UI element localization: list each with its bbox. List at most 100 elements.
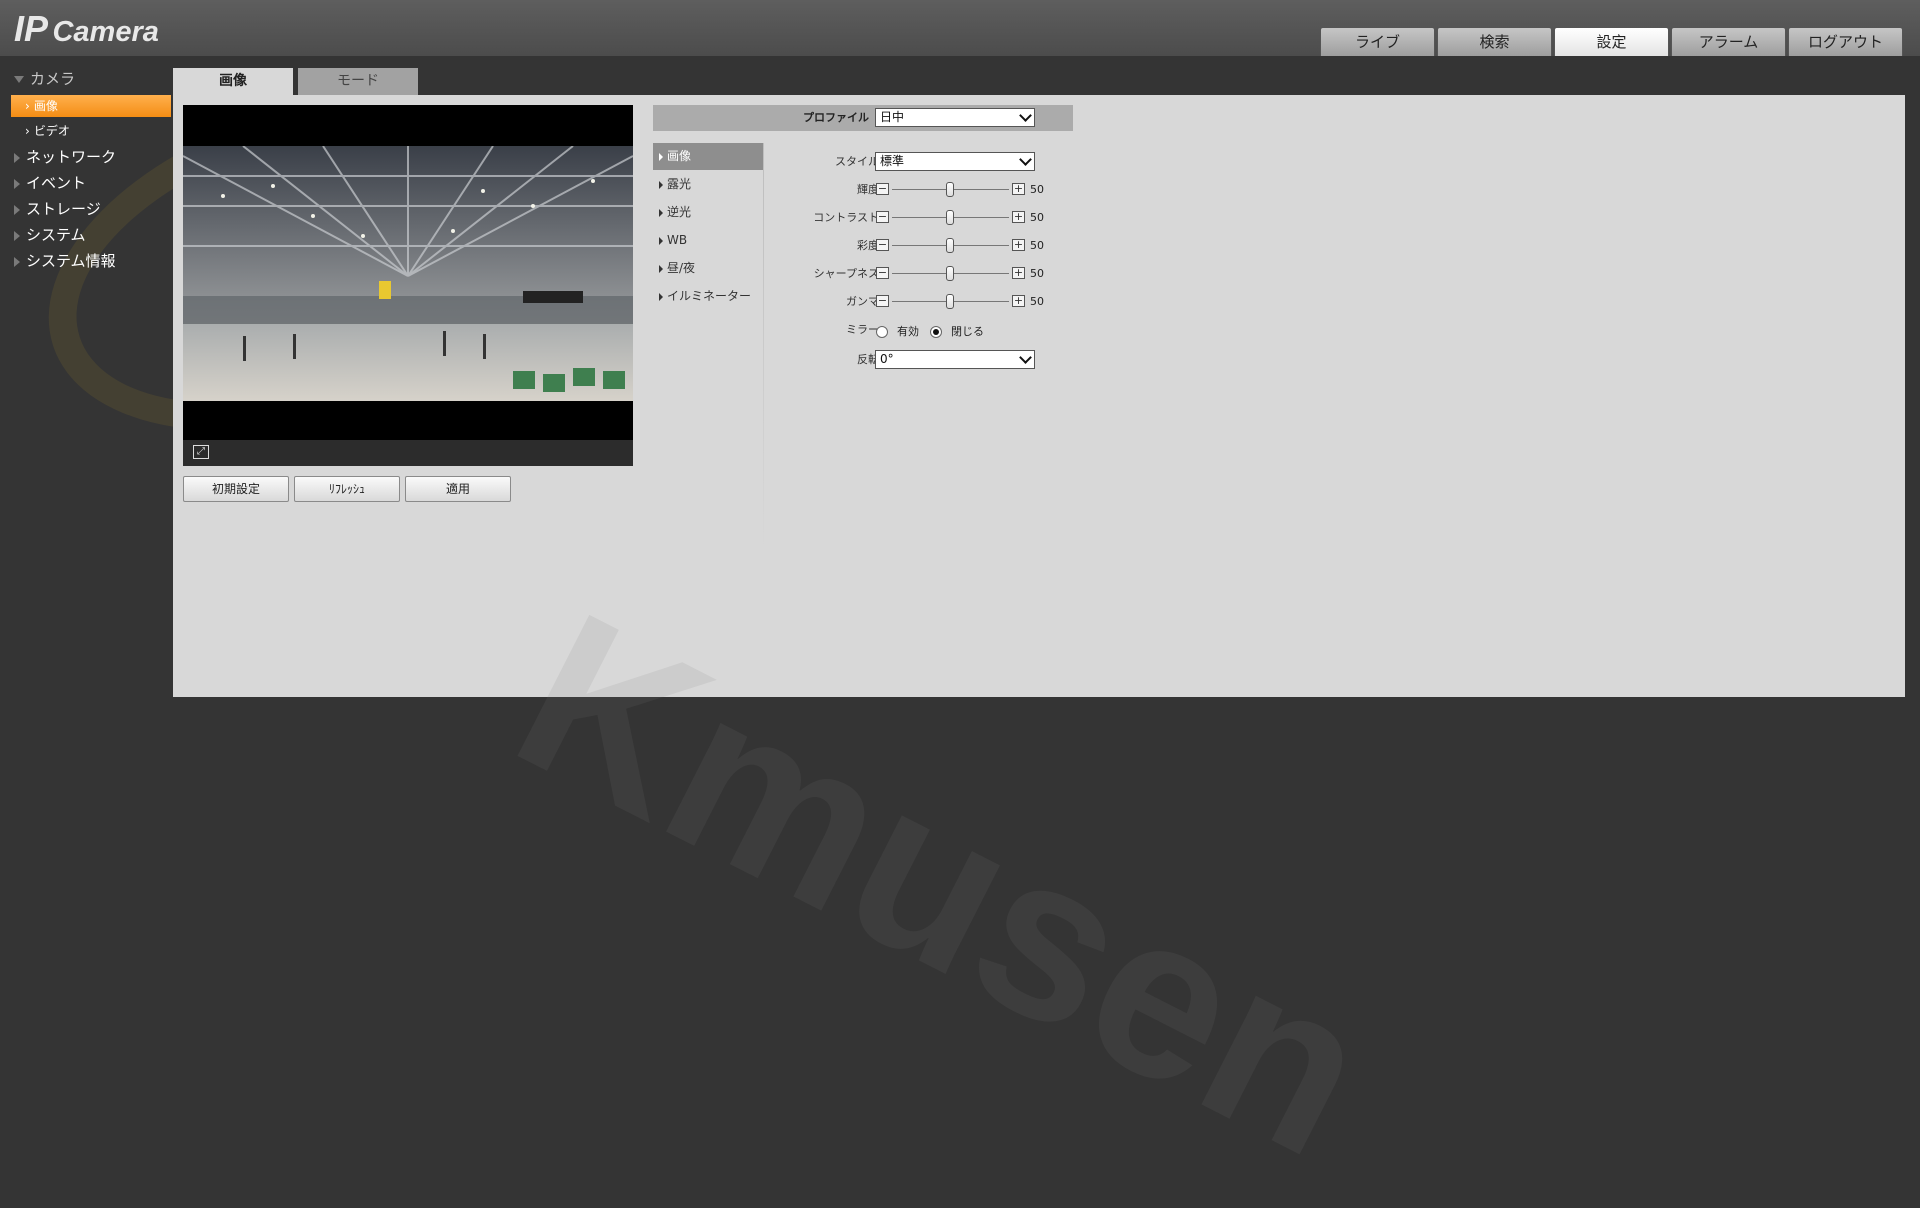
apply-button[interactable]: 適用 <box>405 476 511 502</box>
settings-panel: ⤢ 初期設定 ﾘﾌﾚｯｼｭ 適用 プロファイル 日中 画像 露光 逆光 WB 昼… <box>173 95 1905 697</box>
top-header: IP Camera ライブ 検索 設定 アラーム ログアウト <box>0 0 1920 56</box>
nav-tab-alarm[interactable]: アラーム <box>1671 27 1786 56</box>
submenu-item-label: 昼/夜 <box>667 261 696 275</box>
gamma-slider[interactable]: − + 50 <box>876 292 1044 311</box>
brightness-value: 50 <box>1030 183 1044 196</box>
tab-mode[interactable]: モード <box>298 68 418 95</box>
sidebar-item-system[interactable]: システム <box>14 224 86 246</box>
mirror-label: ミラー <box>846 323 879 336</box>
sharpness-value: 50 <box>1030 267 1044 280</box>
tab-image[interactable]: 画像 <box>173 68 293 95</box>
camera-scene-image <box>183 146 633 401</box>
image-submenu: 画像 露光 逆光 WB 昼/夜 イルミネーター <box>653 143 764 553</box>
sidebar-item-event[interactable]: イベント <box>14 172 86 194</box>
sidebar-item-label: システム <box>26 226 86 244</box>
nav-tab-live[interactable]: ライブ <box>1320 27 1435 56</box>
sidebar-subitem-label: 画像 <box>33 99 58 113</box>
mirror-off-radio[interactable] <box>930 326 942 338</box>
logo-camera: Camera <box>52 16 159 48</box>
slider-thumb[interactable] <box>946 294 954 309</box>
submenu-item-illuminator[interactable]: イルミネーター <box>653 283 763 310</box>
contrast-label: コントラスト <box>813 211 879 224</box>
collapsed-triangle-icon <box>14 256 20 267</box>
profile-label: プロファイル <box>803 111 869 124</box>
flip-label: 反転 <box>857 353 879 366</box>
submenu-item-label: 逆光 <box>667 205 692 219</box>
sidebar-item-network[interactable]: ネットワーク <box>14 146 116 168</box>
saturation-slider[interactable]: − + 50 <box>876 236 1044 255</box>
sidebar-subitem-label: ビデオ <box>33 124 70 138</box>
nav-tab-search[interactable]: 検索 <box>1437 27 1552 56</box>
plus-icon[interactable]: + <box>1012 267 1025 279</box>
collapsed-triangle-icon <box>14 230 20 241</box>
default-button[interactable]: 初期設定 <box>183 476 289 502</box>
plus-icon[interactable]: + <box>1012 183 1025 195</box>
submenu-item-label: WB <box>667 233 688 247</box>
sidebar-item-storage[interactable]: ストレージ <box>14 198 101 220</box>
brightness-label: 輝度 <box>857 183 879 196</box>
slider-thumb[interactable] <box>946 210 954 225</box>
submenu-item-image[interactable]: 画像 <box>653 143 763 170</box>
submenu-item-backlight[interactable]: 逆光 <box>653 199 763 226</box>
chevron-down-icon <box>1019 153 1032 166</box>
minus-icon[interactable]: − <box>876 183 889 195</box>
contrast-value: 50 <box>1030 211 1044 224</box>
triangle-right-icon <box>659 181 663 189</box>
app-logo: IP Camera <box>14 8 159 50</box>
plus-icon[interactable]: + <box>1012 211 1025 223</box>
submenu-item-wb[interactable]: WB <box>653 227 763 254</box>
style-label: スタイル <box>835 155 879 168</box>
saturation-label: 彩度 <box>857 239 879 252</box>
plus-icon[interactable]: + <box>1012 295 1025 307</box>
style-select-value: 標準 <box>880 154 905 168</box>
sidebar-subitem-image[interactable]: › 画像 <box>11 95 171 117</box>
slider-thumb[interactable] <box>946 182 954 197</box>
minus-icon[interactable]: − <box>876 211 889 223</box>
submenu-item-exposure[interactable]: 露光 <box>653 171 763 198</box>
nav-tab-logout[interactable]: ログアウト <box>1788 27 1903 56</box>
nav-tab-settings[interactable]: 設定 <box>1554 27 1669 56</box>
slider-thumb[interactable] <box>946 238 954 253</box>
minus-icon[interactable]: − <box>876 267 889 279</box>
chevron-right-icon: › <box>25 99 30 113</box>
logo-ip: IP <box>14 8 49 49</box>
submenu-item-label: イルミネーター <box>667 289 752 303</box>
video-toolbar: ⤢ <box>183 440 633 466</box>
sidebar-item-camera[interactable]: カメラ <box>14 68 75 90</box>
plus-icon[interactable]: + <box>1012 239 1025 251</box>
chevron-right-icon: › <box>25 124 30 138</box>
triangle-right-icon <box>659 237 663 245</box>
minus-icon[interactable]: − <box>876 295 889 307</box>
saturation-value: 50 <box>1030 239 1044 252</box>
refresh-button[interactable]: ﾘﾌﾚｯｼｭ <box>294 476 400 502</box>
sidebar-item-system-info[interactable]: システム情報 <box>14 250 116 272</box>
mirror-on-label: 有効 <box>897 325 919 338</box>
triangle-right-icon <box>659 265 663 273</box>
chevron-down-icon <box>1019 351 1032 364</box>
sidebar-item-label: カメラ <box>30 70 76 88</box>
flip-select-value: 0° <box>880 352 894 366</box>
profile-select-value: 日中 <box>880 110 905 124</box>
profile-select[interactable]: 日中 <box>875 108 1035 127</box>
gamma-value: 50 <box>1030 295 1044 308</box>
sharpness-label: シャープネス <box>813 267 879 280</box>
gamma-label: ガンマ <box>846 295 879 308</box>
flip-select[interactable]: 0° <box>875 350 1035 369</box>
slider-thumb[interactable] <box>946 266 954 281</box>
fullscreen-icon[interactable]: ⤢ <box>193 445 209 459</box>
mirror-off-label: 閉じる <box>951 325 984 338</box>
style-select[interactable]: 標準 <box>875 152 1035 171</box>
brightness-slider[interactable]: − + 50 <box>876 180 1044 199</box>
sidebar-subitem-video[interactable]: › ビデオ <box>11 120 171 142</box>
expanded-triangle-icon <box>14 76 24 83</box>
sidebar-item-label: ストレージ <box>26 200 101 218</box>
contrast-slider[interactable]: − + 50 <box>876 208 1044 227</box>
sidebar-item-label: イベント <box>26 174 87 192</box>
collapsed-triangle-icon <box>14 178 20 189</box>
submenu-item-day-night[interactable]: 昼/夜 <box>653 255 763 282</box>
triangle-right-icon <box>659 209 663 217</box>
submenu-item-label: 画像 <box>667 149 692 163</box>
mirror-on-radio[interactable] <box>876 326 888 338</box>
minus-icon[interactable]: − <box>876 239 889 251</box>
sharpness-slider[interactable]: − + 50 <box>876 264 1044 283</box>
